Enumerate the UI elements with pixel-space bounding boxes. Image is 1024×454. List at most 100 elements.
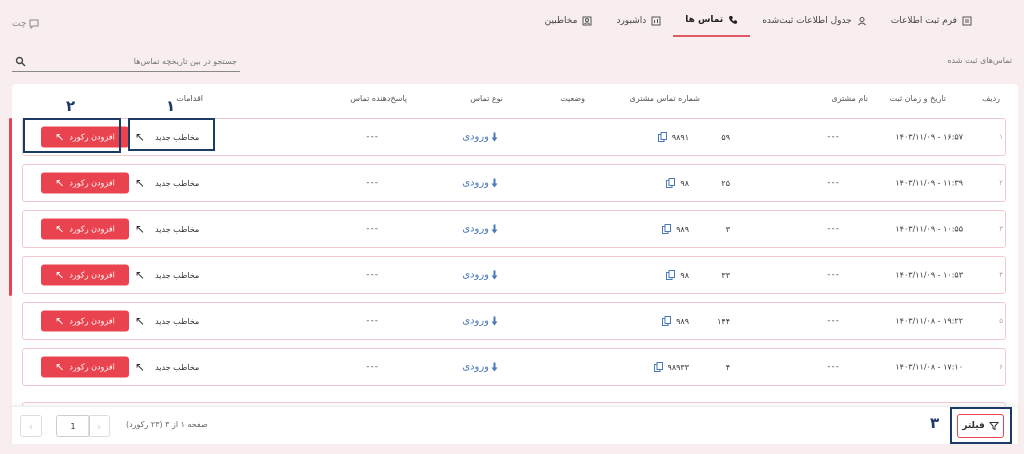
arrow-up-left-icon: ↖: [55, 222, 65, 236]
annotation-number-2: ۲: [66, 97, 76, 115]
new-contact-label: مخاطب جدید: [155, 224, 200, 234]
row-call-type: ورودی: [462, 178, 498, 189]
col-name: نام مشتری: [831, 94, 868, 103]
new-contact-link[interactable]: ↖ مخاطب جدید: [135, 360, 199, 374]
chevron-left-icon: ‹: [28, 419, 34, 433]
table-row: ۶ ۱۴۰۳/۱۱/۰۸ - ۱۷:۱۰ --- ۴ ۹۸۹۳۳ ورودی -…: [22, 348, 1006, 386]
add-record-button[interactable]: افزودن رکورد ↖: [41, 356, 129, 378]
new-contact-label: مخاطب جدید: [155, 178, 200, 188]
row-call-type: ورودی: [462, 132, 498, 143]
copy-icon[interactable]: [666, 270, 676, 280]
search-icon[interactable]: [15, 56, 26, 67]
row-customer-name: ---: [827, 316, 840, 326]
arrow-down-icon: [491, 362, 498, 372]
arrow-down-icon: [491, 316, 498, 326]
row-phone-extension: ۱۴۴: [717, 316, 730, 326]
row-index: ۶: [999, 363, 1003, 371]
row-responder: ---: [366, 362, 379, 372]
contacts-table-icon: [857, 17, 866, 26]
row-responder: ---: [366, 270, 379, 280]
row-customer-name: ---: [827, 132, 840, 142]
arrow-up-left-icon: ↖: [55, 268, 65, 282]
add-record-button[interactable]: افزودن رکورد ↖: [41, 172, 129, 194]
add-record-button[interactable]: افزودن رکورد ↖: [41, 264, 129, 286]
row-responder: ---: [366, 316, 379, 326]
tab-records-table[interactable]: جدول اطلاعات ثبت‌شده: [750, 10, 879, 37]
scrollbar-thumb[interactable]: [9, 118, 12, 296]
new-contact-link[interactable]: ↖ مخاطب جدید: [135, 314, 199, 328]
row-phone-extension: ۴: [725, 362, 730, 372]
col-actions: اقدامات: [176, 94, 203, 103]
row-index: ۵: [999, 317, 1003, 325]
table-footer: فیلتر صفحه ۱ از ۳ (۲۳ رکورد) › 1 ‹: [12, 406, 1018, 444]
row-customer-name: ---: [827, 362, 840, 372]
row-call-type-label: ورودی: [462, 177, 489, 189]
arrow-up-left-icon: ↖: [55, 314, 65, 328]
add-record-label: افزودن رکورد: [69, 178, 115, 188]
row-call-type-label: ورودی: [462, 361, 489, 373]
row-phone-extension: ۲۵: [721, 178, 730, 188]
page-info: صفحه ۱ از ۳ (۲۳ رکورد): [126, 420, 208, 429]
arrow-up-left-icon: ↖: [55, 360, 65, 374]
row-call-type-label: ورودی: [462, 269, 489, 281]
arrow-up-left-icon: ↖: [135, 360, 146, 374]
col-phone: شماره تماس مشتری: [629, 94, 700, 103]
add-record-label: افزودن رکورد: [69, 270, 115, 280]
new-contact-link[interactable]: ↖ مخاطب جدید: [135, 268, 199, 282]
tab-calls[interactable]: تماس ها: [673, 10, 751, 37]
row-call-type-label: ورودی: [462, 315, 489, 327]
add-record-button[interactable]: افزودن رکورد ↖: [41, 218, 129, 240]
chat-button[interactable]: چت: [12, 19, 39, 29]
add-record-label: افزودن رکورد: [69, 224, 115, 234]
search-input[interactable]: [31, 56, 237, 66]
tab-dashboard[interactable]: داشبورد: [604, 10, 673, 37]
tab-label: جدول اطلاعات ثبت‌شده: [762, 16, 852, 26]
new-contact-link[interactable]: ↖ مخاطب جدید: [135, 222, 199, 236]
annotation-number-3: ۳: [930, 414, 940, 432]
tab-registration-form[interactable]: فرم ثبت اطلاعات: [879, 10, 984, 37]
row-phone-number: ۹۸۹: [676, 224, 689, 234]
current-page-field[interactable]: 1: [56, 415, 90, 437]
add-record-button[interactable]: افزودن رکورد ↖: [41, 310, 129, 332]
row-call-type-label: ورودی: [462, 223, 489, 235]
highlight-box-1: [128, 118, 215, 151]
table-header: ردیف تاریخ و زمان ثبت نام مشتری شماره تم…: [12, 84, 1018, 114]
contact-card-icon: [582, 16, 592, 26]
new-contact-label: مخاطب جدید: [155, 316, 200, 326]
row-date: ۱۴۰۳/۱۱/۰۸ - ۱۷:۱۰: [895, 362, 963, 372]
arrow-up-left-icon: ↖: [55, 176, 65, 190]
row-date: ۱۴۰۳/۱۱/۰۹ - ۱۰:۵۳: [895, 270, 963, 280]
tab-label: تماس ها: [685, 15, 724, 25]
arrow-down-icon: [491, 178, 498, 188]
copy-icon[interactable]: [653, 362, 663, 372]
row-phone: ۵۹ ۹۸۹۱: [657, 132, 730, 142]
row-date: ۱۴۰۳/۱۱/۰۹ - ۱۶:۵۷: [895, 132, 963, 142]
col-date: تاریخ و زمان ثبت: [889, 94, 946, 103]
add-record-label: افزودن رکورد: [69, 316, 115, 326]
row-phone-extension: ۳۳: [721, 270, 730, 280]
prev-page-button[interactable]: ‹: [20, 415, 42, 437]
add-record-label: افزودن رکورد: [69, 362, 115, 372]
tab-bar: فرم ثبت اطلاعات جدول اطلاعات ثبت‌شده تما…: [533, 10, 984, 37]
table-row: ۴ ۱۴۰۳/۱۱/۰۹ - ۱۰:۵۳ --- ۳۳ ۹۸ ورودی ---…: [22, 256, 1006, 294]
row-phone: ۲۵ ۹۸: [666, 178, 730, 188]
copy-icon[interactable]: [662, 224, 672, 234]
tab-label: مخاطبین: [544, 16, 578, 26]
copy-icon[interactable]: [662, 316, 672, 326]
row-index: ۱: [999, 133, 1003, 141]
table-row: ۳ ۱۴۰۳/۱۱/۰۹ - ۱۰:۵۵ --- ۳ ۹۸۹ ورودی ---…: [22, 210, 1006, 248]
col-status: وضعیت: [560, 94, 585, 103]
row-responder: ---: [366, 224, 379, 234]
arrow-up-left-icon: ↖: [135, 176, 146, 190]
row-responder: ---: [366, 132, 379, 142]
copy-icon[interactable]: [666, 178, 676, 188]
copy-icon[interactable]: [657, 132, 667, 142]
arrow-down-icon: [491, 270, 498, 280]
tab-contacts[interactable]: مخاطبین: [533, 10, 605, 37]
row-phone-number: ۹۸: [680, 270, 689, 280]
new-contact-link[interactable]: ↖ مخاطب جدید: [135, 176, 199, 190]
row-date: ۱۴۰۳/۱۱/۰۹ - ۱۱:۳۹: [895, 178, 963, 188]
row-index: ۴: [999, 271, 1003, 279]
row-phone: ۳ ۹۸۹: [662, 224, 730, 234]
next-page-button[interactable]: ›: [88, 415, 110, 437]
